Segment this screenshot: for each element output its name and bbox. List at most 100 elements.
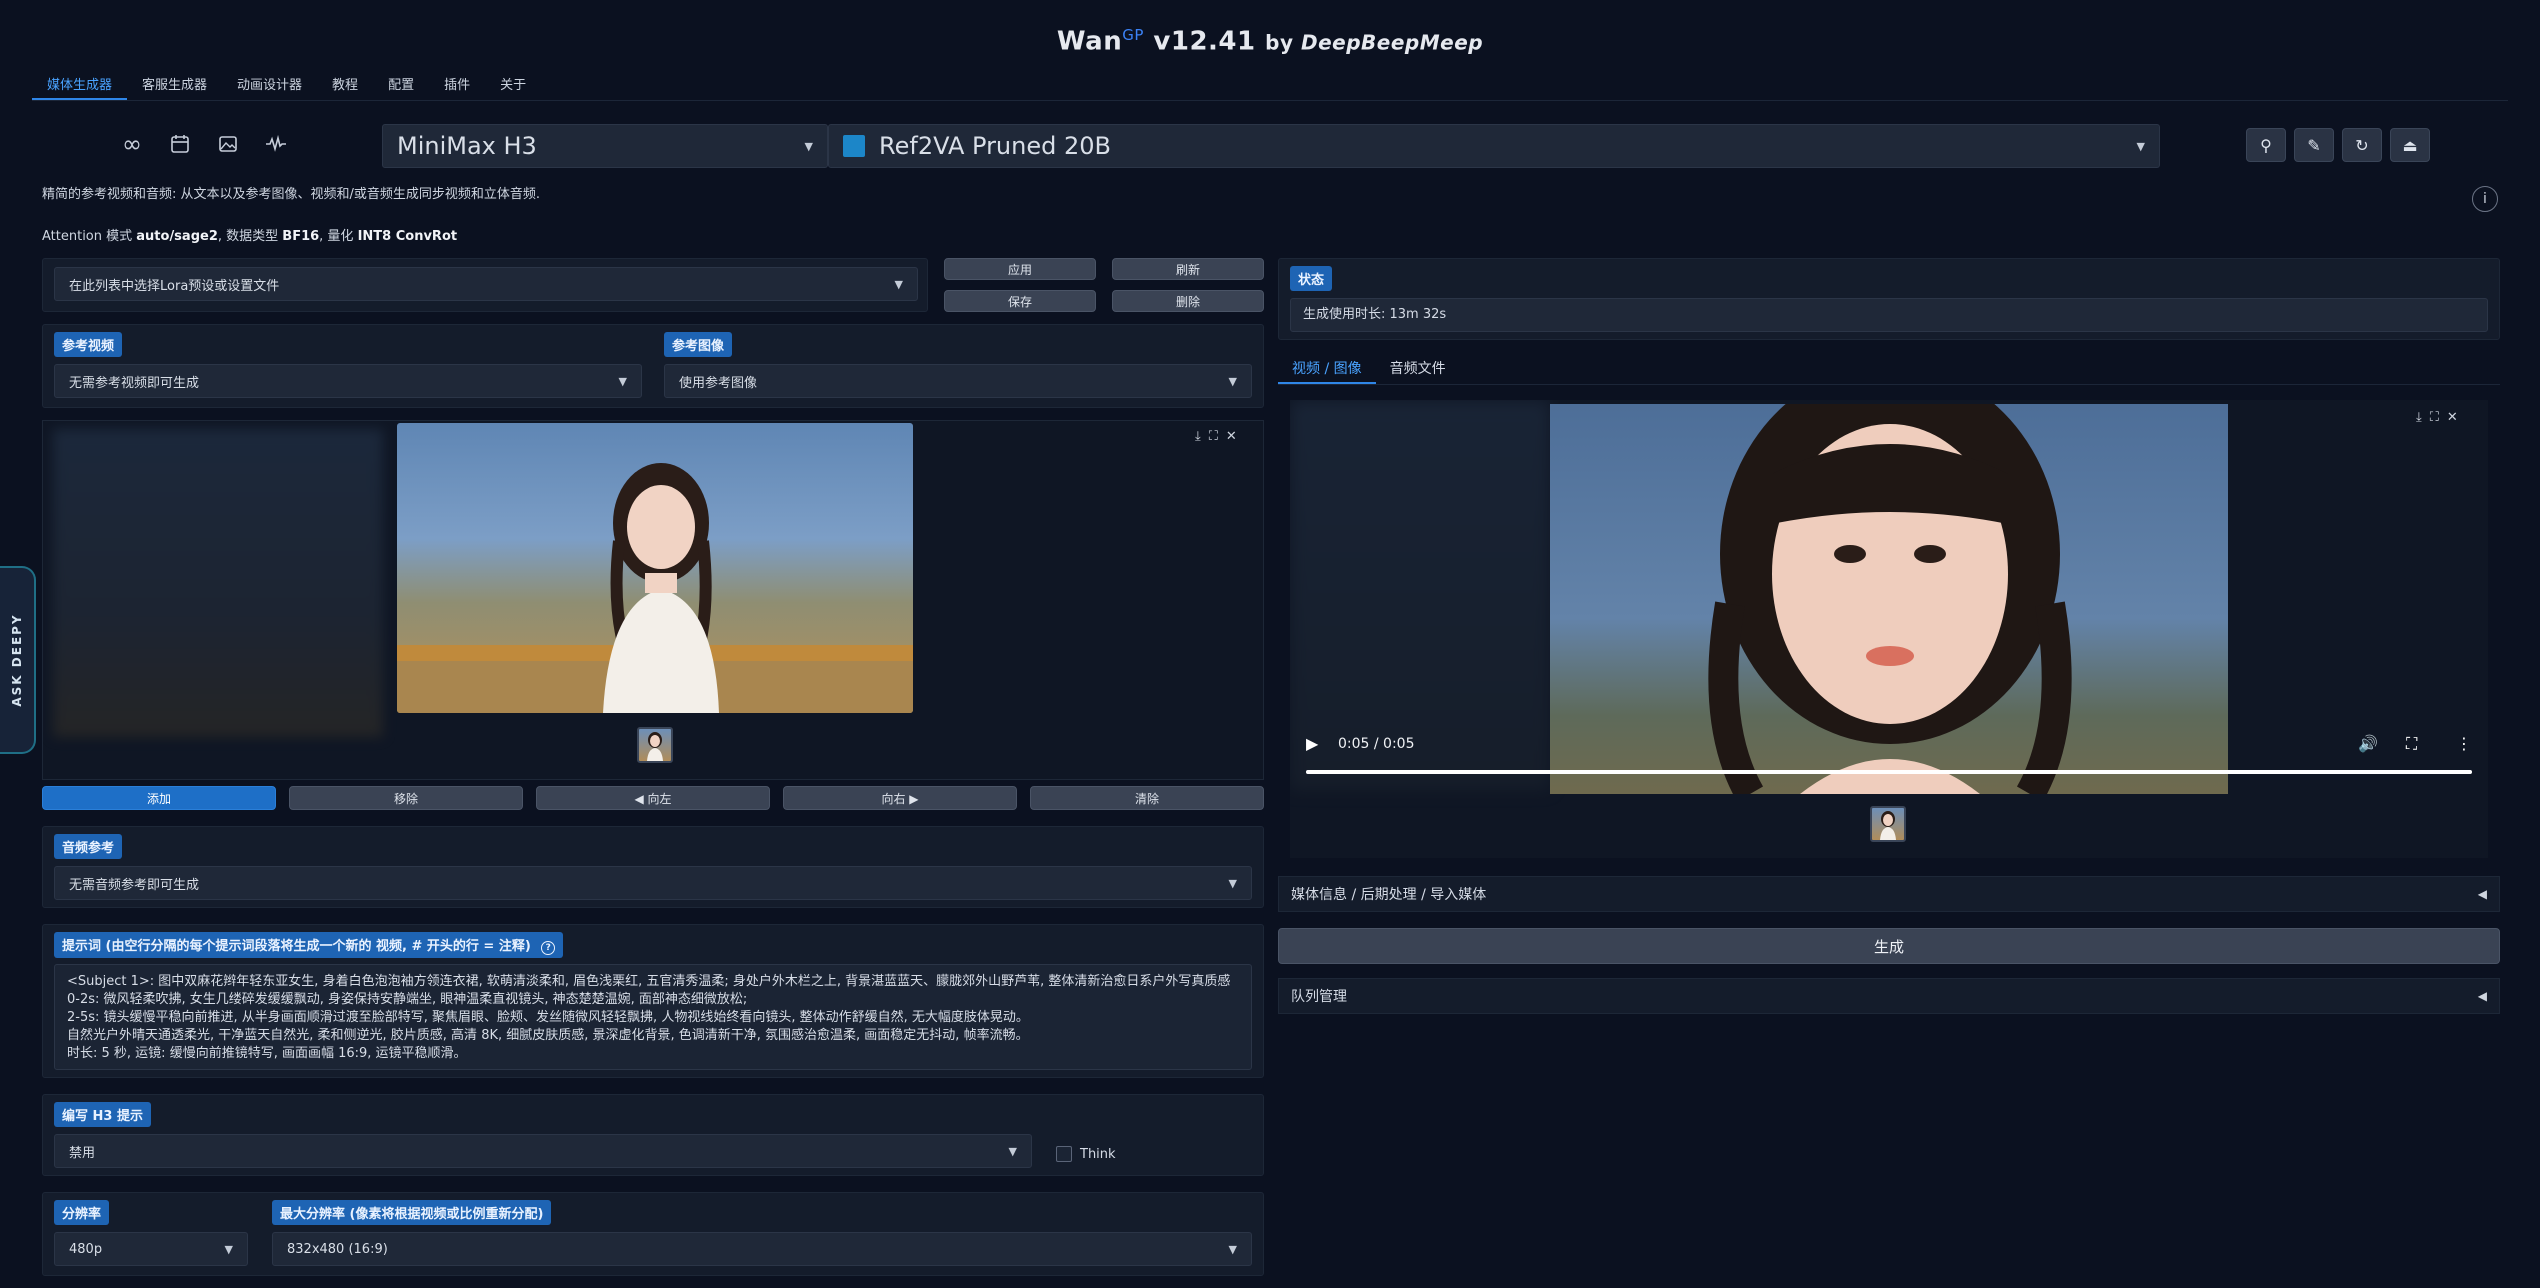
chevron-down-icon: ▼ <box>618 374 627 388</box>
chevron-down-icon: ▼ <box>1228 374 1237 388</box>
think-label: Think <box>1080 1147 1116 1162</box>
chevron-down-icon: ▼ <box>1228 1242 1237 1256</box>
think-checkbox[interactable] <box>1056 1146 1072 1162</box>
resolution-label: 分辨率 <box>54 1200 110 1225</box>
queue-accordion[interactable]: 队列管理 ◀ <box>1278 978 2500 1014</box>
prompt-label: 提示词 (由空行分隔的每个提示词段落将生成一个新的 视频, # 开头的行 = 注… <box>54 932 564 958</box>
ask-deepy-label: ASK DEEPY <box>10 613 24 707</box>
refresh-button[interactable]: ↻ <box>2342 128 2382 162</box>
image-icon[interactable] <box>210 126 246 162</box>
search-icon: ⚲ <box>2260 135 2272 155</box>
ask-deepy-tab[interactable]: ASK DEEPY <box>0 566 36 754</box>
resolution-value: 480p <box>69 1241 103 1257</box>
blurred-backdrop <box>53 429 383 737</box>
lora-save-button[interactable]: 保存 <box>944 290 1096 312</box>
close-icon[interactable]: ✕ <box>1226 429 1237 444</box>
ref-video-select[interactable]: 无需参考视频即可生成 ▼ <box>54 364 642 398</box>
gallery-controls: ⤓ ⛶ ✕ <box>1195 429 1237 444</box>
fullscreen-icon[interactable]: ⛶ <box>2430 410 2439 425</box>
info-icon[interactable]: i <box>2472 186 2498 212</box>
gallery-move-left-button[interactable]: ◀ 向左 <box>536 786 770 810</box>
resolution-select[interactable]: 480p ▼ <box>54 1232 248 1266</box>
fullscreen-icon[interactable]: ⛶ <box>1209 429 1218 444</box>
close-icon[interactable]: ✕ <box>2447 410 2458 425</box>
audio-ref-select[interactable]: 无需音频参考即可生成 ▼ <box>54 866 1252 900</box>
tab-video-image[interactable]: 视频 / 图像 <box>1278 356 1376 384</box>
model-variant-select[interactable]: Ref2VA Pruned 20B ▼ <box>828 124 2160 168</box>
output-tabs-divider <box>1278 384 2500 385</box>
chevron-down-icon: ▼ <box>2136 139 2145 153</box>
model-color-swatch <box>843 135 865 157</box>
tab-service-generator[interactable]: 客服生成器 <box>127 76 222 100</box>
queue-label: 队列管理 <box>1291 989 1347 1005</box>
video-frame[interactable] <box>1550 404 2228 794</box>
status-label: 状态 <box>1290 266 1333 291</box>
search-button[interactable]: ⚲ <box>2246 128 2286 162</box>
lora-delete-button[interactable]: 删除 <box>1112 290 1264 312</box>
waveform-icon[interactable] <box>258 126 294 162</box>
download-icon[interactable]: ⤓ <box>1195 429 1201 444</box>
volume-icon[interactable]: 🔊 <box>2358 734 2378 753</box>
lora-preset-select[interactable]: 在此列表中选择Lora预设或设置文件 ▼ <box>54 267 918 301</box>
lora-apply-button[interactable]: 应用 <box>944 258 1096 280</box>
tab-about[interactable]: 关于 <box>485 76 541 100</box>
tab-animation-designer[interactable]: 动画设计器 <box>222 76 317 100</box>
attention-info: Attention 模式 auto/sage2, 数据类型 BF16, 量化 I… <box>42 229 458 244</box>
gallery-move-right-button[interactable]: 向右 ▶ <box>783 786 1017 810</box>
pencil-icon: ✎ <box>2307 135 2321 155</box>
video-progress-track[interactable] <box>1306 770 2472 774</box>
model-family-select[interactable]: MiniMax H3 ▼ <box>382 124 828 168</box>
ref-image-value: 使用参考图像 <box>679 375 758 391</box>
ref-image-select[interactable]: 使用参考图像 ▼ <box>664 364 1252 398</box>
media-info-accordion[interactable]: 媒体信息 / 后期处理 / 导入媒体 ◀ <box>1278 876 2500 912</box>
tab-media-generator[interactable]: 媒体生成器 <box>32 76 128 100</box>
refresh-icon: ↻ <box>2355 135 2369 155</box>
eject-button[interactable]: ⏏ <box>2390 128 2430 162</box>
status-text: 生成使用时长: 13m 32s <box>1290 298 2488 332</box>
more-options-icon[interactable]: ⋮ <box>2456 734 2472 753</box>
app-title: WanGP v12.41 by DeepBeepMeep <box>1056 26 1484 57</box>
prompt-textarea[interactable]: <Subject 1>: 图中双麻花辫年轻东亚女生, 身着白色泡泡袖方领连衣裙,… <box>54 964 1252 1070</box>
chevron-down-icon: ▼ <box>1228 876 1237 890</box>
play-icon[interactable]: ▶ <box>1306 734 1318 753</box>
generate-button[interactable]: 生成 <box>1278 928 2500 964</box>
chevron-down-icon: ▼ <box>804 139 813 153</box>
audio-ref-value: 无需音频参考即可生成 <box>69 877 200 893</box>
collapse-arrow-icon: ◀ <box>2477 887 2487 901</box>
max-resolution-value: 832x480 (16:9) <box>287 1241 388 1257</box>
tabs-divider <box>32 100 2508 101</box>
chevron-down-icon: ▼ <box>894 277 903 291</box>
help-icon[interactable]: ? <box>541 941 556 955</box>
ref-image-label: 参考图像 <box>664 332 733 357</box>
edit-button[interactable]: ✎ <box>2294 128 2334 162</box>
gallery-remove-button[interactable]: 移除 <box>289 786 523 810</box>
ref-video-value: 无需参考视频即可生成 <box>69 375 200 391</box>
infinity-icon[interactable]: ∞ <box>114 126 150 162</box>
model-description: 精简的参考视频和音频: 从文本以及参考图像、视频和/或音频生成同步视频和立体音频… <box>42 187 541 202</box>
max-resolution-select[interactable]: 832x480 (16:9) ▼ <box>272 1232 1252 1266</box>
tab-tutorial[interactable]: 教程 <box>317 76 373 100</box>
video-thumbnail[interactable] <box>1870 806 1906 842</box>
h3-prompt-label: 编写 H3 提示 <box>54 1102 151 1127</box>
gallery-add-button[interactable]: 添加 <box>42 786 276 810</box>
tab-plugins[interactable]: 插件 <box>429 76 485 100</box>
lora-refresh-button[interactable]: 刷新 <box>1112 258 1264 280</box>
tab-config[interactable]: 配置 <box>373 76 429 100</box>
reference-photo[interactable] <box>397 423 913 713</box>
tab-audio-files[interactable]: 音频文件 <box>1376 356 1460 384</box>
eject-icon: ⏏ <box>2402 135 2418 155</box>
download-icon[interactable]: ⤓ <box>2416 410 2422 425</box>
blurred-backdrop <box>1290 400 1550 790</box>
main-tabs: 媒体生成器 客服生成器 动画设计器 教程 配置 插件 关于 <box>32 76 541 100</box>
h3-prompt-value: 禁用 <box>69 1145 96 1161</box>
video-output: ⤓ ⛶ ✕ ▶ 0:05 / 0:05 🔊 ⛶ ⋮ <box>1290 400 2488 858</box>
calendar-icon[interactable] <box>162 126 198 162</box>
gallery-clear-button[interactable]: 清除 <box>1030 786 1264 810</box>
video-controls-top: ⤓ ⛶ ✕ <box>2416 410 2458 425</box>
h3-prompt-select[interactable]: 禁用 ▼ <box>54 1134 1032 1168</box>
output-tabs: 视频 / 图像 音频文件 <box>1278 356 1460 384</box>
fullscreen-icon[interactable]: ⛶ <box>2406 734 2417 754</box>
media-info-label: 媒体信息 / 后期处理 / 导入媒体 <box>1291 887 1487 903</box>
model-variant-value: Ref2VA Pruned 20B <box>879 132 1111 160</box>
gallery-thumbnail[interactable] <box>637 727 673 763</box>
